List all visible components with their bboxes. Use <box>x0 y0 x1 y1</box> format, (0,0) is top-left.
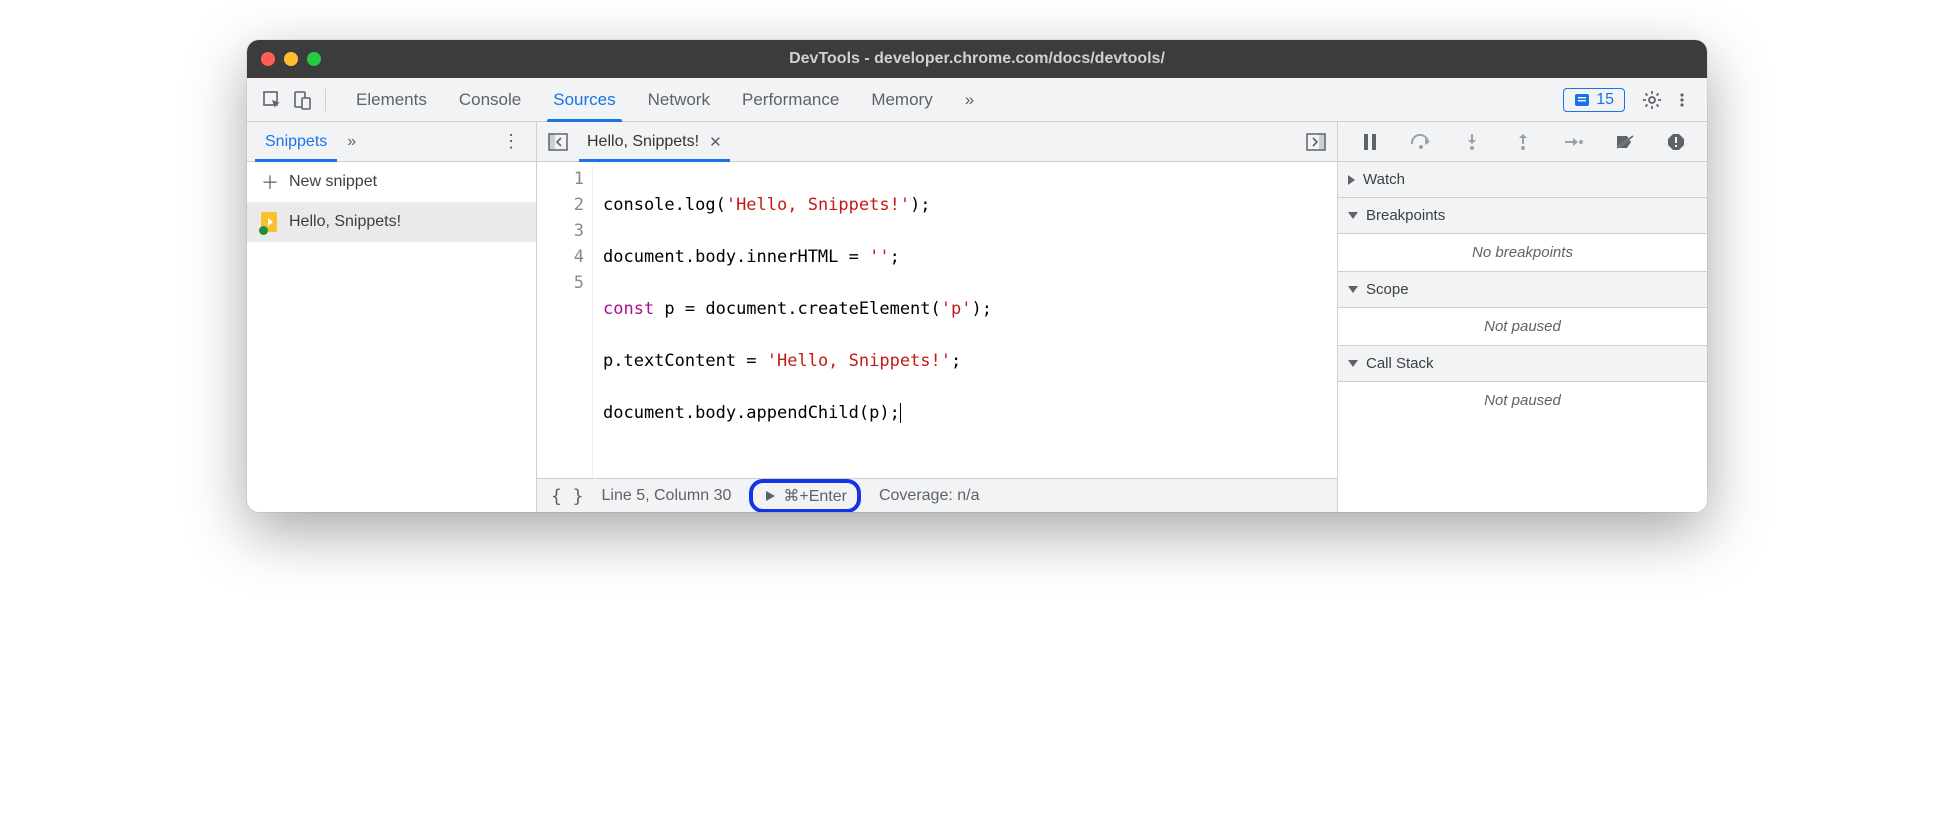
chevron-down-icon <box>1348 286 1358 293</box>
step-icon[interactable] <box>1560 135 1588 149</box>
deactivate-breakpoints-icon[interactable] <box>1611 134 1639 150</box>
issues-count: 15 <box>1596 91 1614 109</box>
coverage-label: Coverage: n/a <box>879 487 980 505</box>
pause-icon[interactable] <box>1356 134 1384 150</box>
navigator-tabs: Snippets » ⋮ <box>247 122 536 162</box>
scope-section-header[interactable]: Scope <box>1338 272 1707 308</box>
breakpoints-body: No breakpoints <box>1338 234 1707 272</box>
tab-console[interactable]: Console <box>443 78 537 122</box>
editor-tabs: Hello, Snippets! ✕ <box>537 122 1337 162</box>
run-snippet-button[interactable]: ⌘+Enter <box>749 479 861 512</box>
toolbar: Elements Console Sources Network Perform… <box>247 78 1707 122</box>
snippet-item[interactable]: Hello, Snippets! <box>247 202 536 242</box>
cursor-position: Line 5, Column 30 <box>602 487 732 505</box>
panel-tabs: Elements Console Sources Network Perform… <box>340 78 990 122</box>
navigator-more[interactable]: » <box>341 122 362 162</box>
editor-statusbar: { } Line 5, Column 30 ⌘+Enter Coverage: … <box>537 478 1337 512</box>
code-editor[interactable]: 12345 console.log('Hello, Snippets!'); d… <box>537 162 1337 478</box>
inspect-element-icon[interactable] <box>257 85 287 115</box>
editor-tab[interactable]: Hello, Snippets! ✕ <box>573 122 736 162</box>
play-icon <box>763 489 777 503</box>
watch-section-header[interactable]: Watch <box>1338 162 1707 198</box>
show-navigator-icon[interactable] <box>543 133 573 151</box>
chevron-down-icon <box>1348 212 1358 219</box>
close-tab-icon[interactable]: ✕ <box>709 133 722 151</box>
run-shortcut: ⌘+Enter <box>783 486 847 506</box>
issues-icon <box>1574 92 1590 108</box>
chevron-down-icon <box>1348 360 1358 367</box>
plus-icon: ＋ <box>261 169 279 195</box>
debugger-toolbar <box>1338 122 1707 162</box>
callstack-section-header[interactable]: Call Stack <box>1338 346 1707 382</box>
snippets-list: ＋ New snippet Hello, Snippets! <box>247 162 536 512</box>
navigator-menu-icon[interactable]: ⋮ <box>490 131 532 152</box>
tab-memory[interactable]: Memory <box>855 78 948 122</box>
new-snippet-label: New snippet <box>289 173 377 191</box>
main-area: Snippets » ⋮ ＋ New snippet Hello, Snippe… <box>247 122 1707 512</box>
tab-sources[interactable]: Sources <box>537 78 631 122</box>
pause-on-exceptions-icon[interactable] <box>1662 133 1690 151</box>
callstack-label: Call Stack <box>1366 355 1434 372</box>
editor-pane: Hello, Snippets! ✕ 12345 console.log('He… <box>537 122 1337 512</box>
more-menu-icon[interactable] <box>1667 85 1697 115</box>
tab-performance[interactable]: Performance <box>726 78 855 122</box>
show-debugger-icon[interactable] <box>1301 133 1331 151</box>
breakpoints-section-header[interactable]: Breakpoints <box>1338 198 1707 234</box>
new-snippet-button[interactable]: ＋ New snippet <box>247 162 536 202</box>
scope-label: Scope <box>1366 281 1409 298</box>
issues-badge[interactable]: 15 <box>1563 88 1625 112</box>
callstack-body: Not paused <box>1338 382 1707 419</box>
scope-body: Not paused <box>1338 308 1707 346</box>
window-title: DevTools - developer.chrome.com/docs/dev… <box>247 50 1707 68</box>
pretty-print-icon[interactable]: { } <box>551 486 584 507</box>
device-toolbar-icon[interactable] <box>287 85 317 115</box>
step-into-icon[interactable] <box>1458 133 1486 151</box>
watch-label: Watch <box>1363 171 1405 188</box>
devtools-window: DevTools - developer.chrome.com/docs/dev… <box>247 40 1707 512</box>
snippets-tab[interactable]: Snippets <box>251 122 341 162</box>
tab-elements[interactable]: Elements <box>340 78 443 122</box>
debugger-pane: Watch Breakpoints No breakpoints Scope N… <box>1337 122 1707 512</box>
step-over-icon[interactable] <box>1407 134 1435 150</box>
tab-more[interactable]: » <box>949 78 990 122</box>
code-content: console.log('Hello, Snippets!'); documen… <box>593 166 992 478</box>
breakpoints-label: Breakpoints <box>1366 207 1445 224</box>
traffic-lights <box>261 52 321 66</box>
settings-icon[interactable] <box>1637 85 1667 115</box>
separator <box>325 89 326 111</box>
snippet-file-icon <box>261 212 279 232</box>
titlebar: DevTools - developer.chrome.com/docs/dev… <box>247 40 1707 78</box>
minimize-window-button[interactable] <box>284 52 298 66</box>
snippet-name: Hello, Snippets! <box>289 213 401 231</box>
chevron-right-icon <box>1348 175 1355 185</box>
tab-network[interactable]: Network <box>632 78 726 122</box>
close-window-button[interactable] <box>261 52 275 66</box>
editor-filename: Hello, Snippets! <box>587 133 699 151</box>
line-gutter: 12345 <box>537 166 593 478</box>
navigator-pane: Snippets » ⋮ ＋ New snippet Hello, Snippe… <box>247 122 537 512</box>
zoom-window-button[interactable] <box>307 52 321 66</box>
step-out-icon[interactable] <box>1509 133 1537 151</box>
